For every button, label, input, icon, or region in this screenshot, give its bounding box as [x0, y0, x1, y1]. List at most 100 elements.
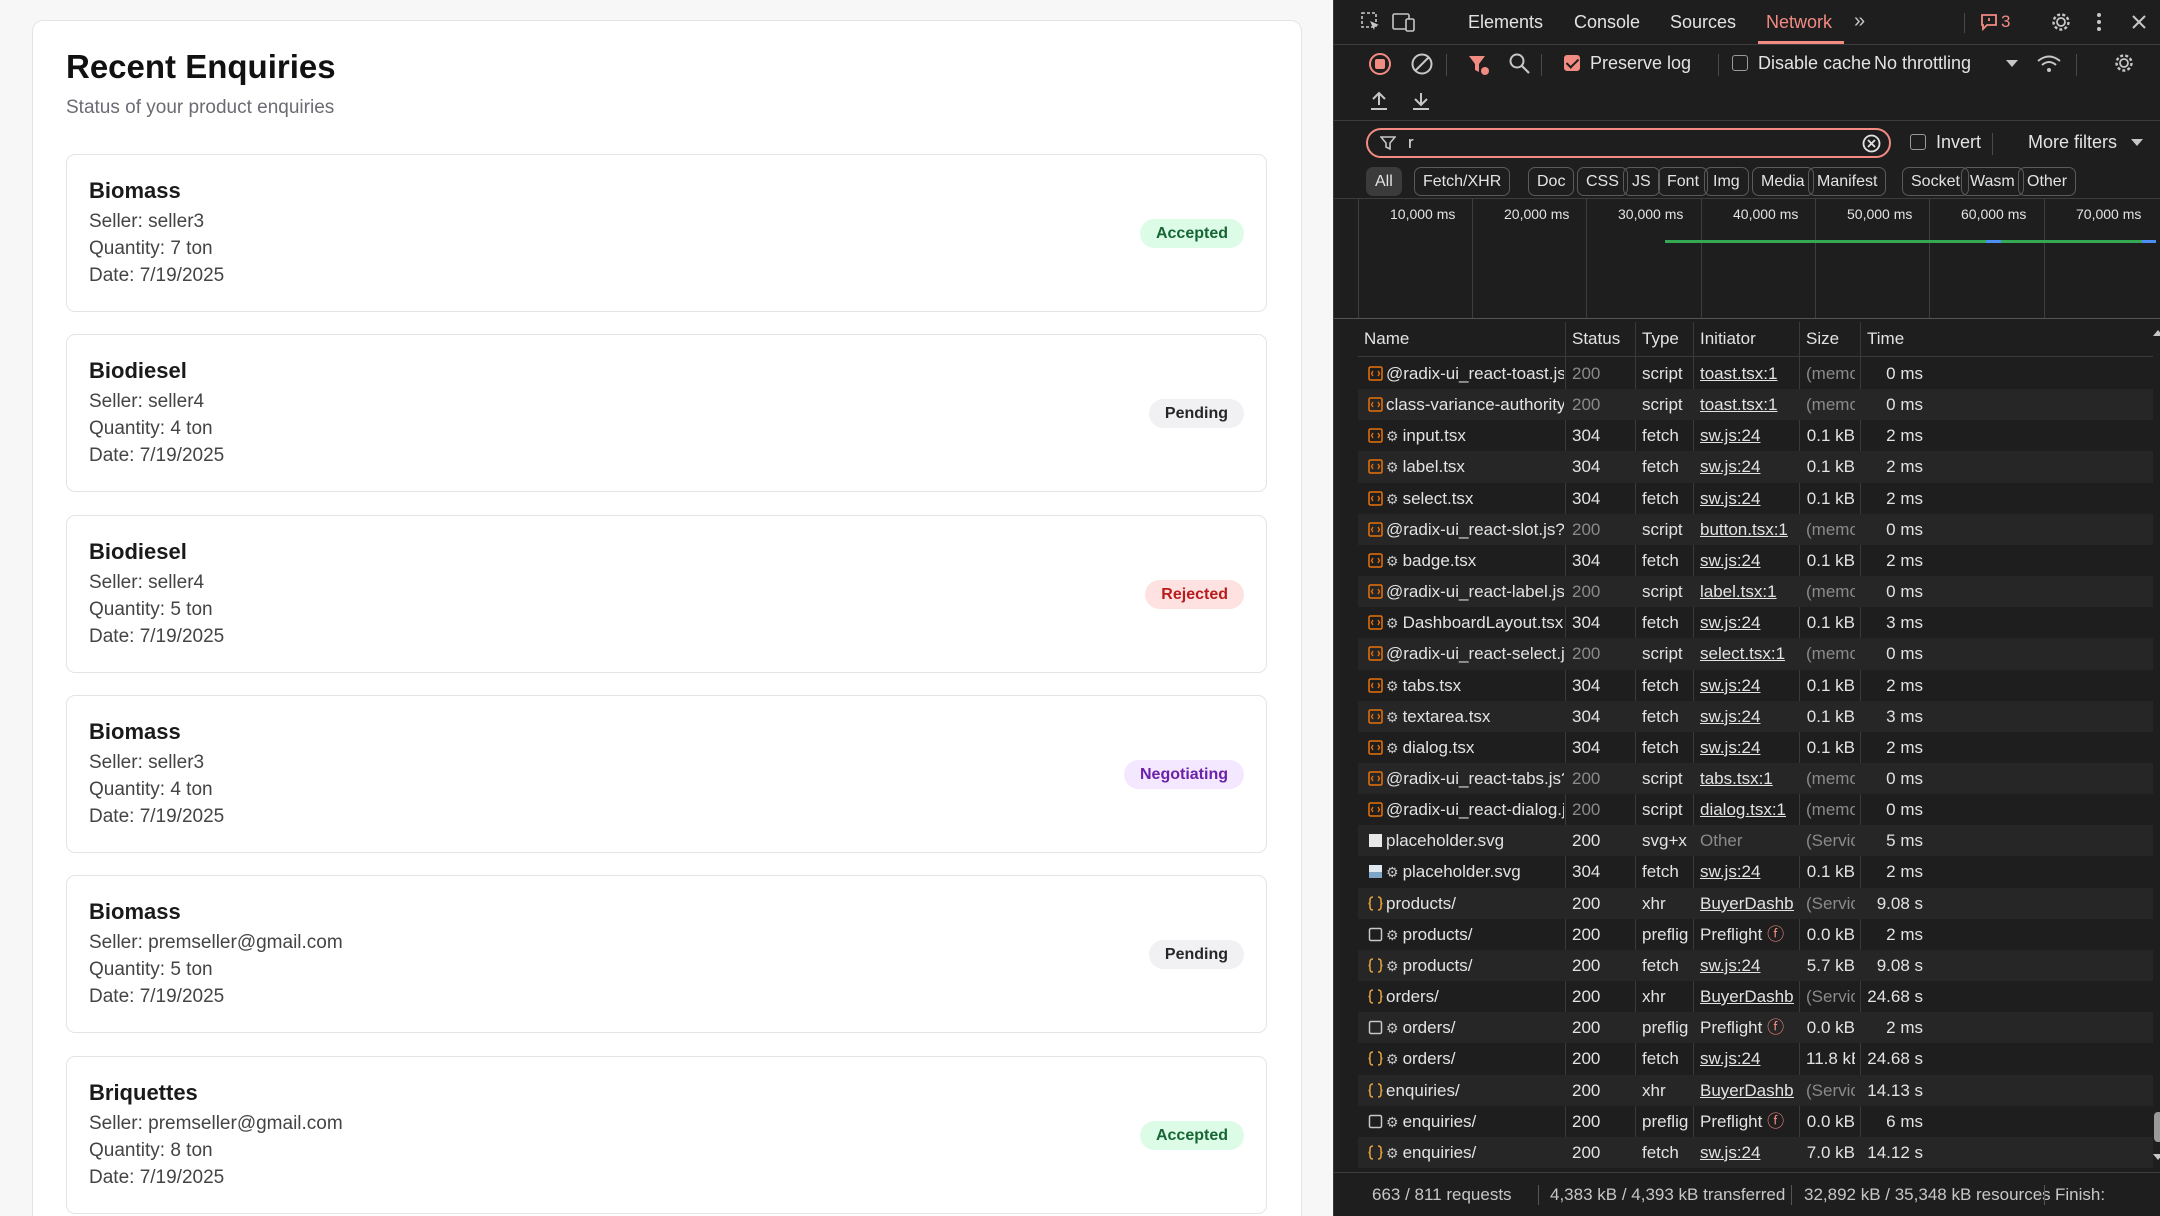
request-row[interactable]: placeholder.svg 200 svg+xml Other (Servic...… [1358, 825, 2153, 857]
request-name[interactable]: ⚙ enquiries/ [1386, 1137, 1564, 1168]
request-row[interactable]: ⚙ textarea.tsx 304 fetch sw.js:24 0.1 kB 3 ms [1358, 700, 2153, 732]
request-row[interactable]: products/200 xhr BuyerDashboard.t (Servic..… [1358, 887, 2153, 919]
more-filters-chevron-down-icon[interactable] [2131, 139, 2143, 146]
request-name[interactable]: products/ [1386, 888, 1564, 919]
request-initiator[interactable]: sw.js:24 [1700, 701, 1794, 732]
request-initiator[interactable]: dialog.tsx:1 [1700, 794, 1794, 825]
network-settings-gear-icon[interactable] [2112, 51, 2136, 75]
request-initiator[interactable]: sw.js:24 [1700, 545, 1794, 576]
network-conditions-wifi-icon[interactable] [2036, 52, 2062, 76]
type-filter-wasm[interactable]: Wasm [1961, 167, 2024, 196]
request-row[interactable]: @radix-ui_react-toast.js?v=1... 200 script… [1358, 358, 2153, 389]
request-initiator[interactable]: label.tsx:1 [1700, 576, 1794, 607]
preflight-link-icon[interactable]: ⓕ [1762, 1018, 1784, 1037]
preserve-log-label[interactable]: Preserve log [1590, 53, 1691, 74]
request-row[interactable]: @radix-ui_react-tabs.js?v=18... 200 script… [1358, 763, 2153, 795]
type-filter-font[interactable]: Font [1658, 167, 1709, 196]
type-filter-media[interactable]: Media [1752, 167, 1814, 196]
invert-checkbox[interactable] [1910, 134, 1926, 150]
request-name[interactable]: ⚙ select.tsx [1386, 483, 1564, 514]
disable-cache-label[interactable]: Disable cache [1758, 53, 1871, 74]
enquiry-card[interactable]: Biodiesel Seller: seller4 Quantity: 4 ton D… [66, 334, 1267, 493]
request-row[interactable]: ⚙ label.tsx 304 fetch sw.js:24 0.1 kB 2 ms [1358, 451, 2153, 483]
request-name[interactable]: @radix-ui_react-slot.js?v=183... [1386, 514, 1564, 545]
request-initiator[interactable]: sw.js:24 [1700, 1137, 1794, 1168]
enquiry-card[interactable]: Biomass Seller: seller3 Quantity: 7 ton Dat… [66, 154, 1267, 312]
type-filter-manifest[interactable]: Manifest [1808, 167, 1887, 196]
enquiry-card[interactable]: Biodiesel Seller: seller4 Quantity: 5 ton D… [66, 514, 1267, 673]
request-name[interactable]: @radix-ui_react-select.js?v=1... [1386, 638, 1564, 669]
request-name[interactable]: ⚙ orders/ [1386, 1012, 1564, 1043]
filter-input[interactable]: r [1366, 128, 1891, 158]
throttling-select[interactable]: No throttling [1874, 53, 1971, 74]
request-initiator[interactable]: toast.tsx:1 [1700, 358, 1794, 389]
export-har-download-icon[interactable] [1410, 90, 1432, 112]
request-name[interactable]: ⚙ DashboardLayout.tsx [1386, 607, 1564, 638]
request-initiator[interactable]: sw.js:24 [1700, 856, 1794, 887]
request-name[interactable]: ⚙ input.tsx [1386, 420, 1564, 451]
column-header-type[interactable]: Type [1636, 322, 1694, 356]
request-initiator[interactable]: select.tsx:1 [1700, 638, 1794, 669]
request-name[interactable]: enquiries/ [1386, 1075, 1564, 1106]
type-filter-socket[interactable]: Socket [1902, 167, 1969, 196]
request-initiator[interactable]: sw.js:24 [1700, 950, 1794, 981]
issues-count[interactable]: 3 [2001, 12, 2010, 32]
request-name[interactable]: orders/ [1386, 981, 1564, 1012]
request-row[interactable]: orders/200 xhr BuyerDashboard.t (Servic... 2… [1358, 981, 2153, 1012]
request-row[interactable]: ⚙ placeholder.svg 304 fetch sw.js:24 0.1 kB 2 … [1358, 856, 2153, 887]
request-name[interactable]: class-variance-authority.js?v=... [1386, 389, 1564, 420]
device-toolbar-icon[interactable] [1391, 11, 1417, 33]
request-row[interactable]: ⚙ products/200 fetch sw.js:24 5.7 kB 9.08 s [1358, 949, 2153, 982]
settings-gear-icon[interactable] [2049, 10, 2073, 34]
scroll-up-arrow-icon[interactable] [2153, 330, 2160, 336]
scroll-down-arrow-icon[interactable] [2153, 1154, 2160, 1160]
more-filters-dropdown[interactable]: More filters [2028, 132, 2117, 153]
request-row[interactable]: ⚙products/200 preflight Preflight ⓕ 0.0 kB 2… [1358, 919, 2153, 950]
request-name[interactable]: ⚙ textarea.tsx [1386, 701, 1564, 732]
type-filter-all[interactable]: All [1366, 167, 1402, 196]
tab-network[interactable]: Network [1766, 12, 1832, 33]
request-row[interactable]: ⚙ tabs.tsx 304 fetch sw.js:24 0.1 kB 2 ms [1358, 670, 2153, 701]
tab-console[interactable]: Console [1574, 12, 1640, 33]
close-devtools-icon[interactable] [2130, 13, 2148, 31]
preserve-log-checkbox[interactable] [1564, 55, 1580, 71]
more-options-kebab-icon[interactable] [2094, 10, 2104, 34]
more-tabs-chevron-icon[interactable]: » [1854, 10, 1865, 33]
request-row[interactable]: @radix-ui_react-slot.js?v=183... 200 scrip… [1358, 513, 2153, 545]
request-name[interactable]: ⚙ tabs.tsx [1386, 670, 1564, 701]
column-header-initiator[interactable]: Initiator [1694, 322, 1800, 356]
issues-icon[interactable] [1980, 13, 1998, 31]
request-initiator[interactable]: sw.js:24 [1700, 732, 1794, 763]
request-row[interactable]: ⚙enquiries/200 preflight Preflight ⓕ 0.0 kB… [1358, 1106, 2153, 1137]
request-name[interactable]: ⚙ dialog.tsx [1386, 732, 1564, 763]
request-initiator[interactable]: BuyerDashboard.t [1700, 981, 1794, 1012]
request-row[interactable]: ⚙ select.tsx 304 fetch sw.js:24 0.1 kB 2 ms [1358, 483, 2153, 514]
requests-table-scrollbar[interactable] [2153, 322, 2160, 1168]
enquiry-card[interactable]: Biomass Seller: premseller@gmail.com Quant… [66, 875, 1267, 1034]
request-row[interactable]: @radix-ui_react-select.js?v=1... 200 scrip… [1358, 638, 2153, 670]
import-har-upload-icon[interactable] [1368, 90, 1390, 112]
disable-cache-checkbox[interactable] [1732, 55, 1748, 71]
request-initiator[interactable]: button.tsx:1 [1700, 514, 1794, 545]
filter-funnel-icon[interactable] [1467, 53, 1491, 77]
network-overview-timeline[interactable]: 10,000 ms 20,000 ms 30,000 ms 40,000 ms 50,0… [1358, 198, 2160, 318]
request-initiator[interactable]: BuyerDashboard.t [1700, 1075, 1794, 1106]
clear-log-icon[interactable] [1410, 52, 1434, 76]
request-row[interactable]: ⚙ input.tsx 304 fetch sw.js:24 0.1 kB 2 ms [1358, 420, 2153, 451]
request-name[interactable]: ⚙ products/ [1386, 950, 1564, 981]
request-name[interactable]: ⚙ label.tsx [1386, 451, 1564, 482]
request-initiator[interactable]: sw.js:24 [1700, 1043, 1794, 1074]
tab-elements[interactable]: Elements [1468, 12, 1543, 33]
request-name[interactable]: ⚙ products/ [1386, 919, 1564, 950]
column-header-size[interactable]: Size [1800, 322, 1861, 356]
request-name[interactable]: @radix-ui_react-tabs.js?v=18... [1386, 763, 1564, 794]
request-row[interactable]: @radix-ui_react-dialog.js?v=... 200 script… [1358, 794, 2153, 825]
request-initiator[interactable]: sw.js:24 [1700, 451, 1794, 482]
request-initiator[interactable]: BuyerDashboard.t [1700, 888, 1794, 919]
request-row[interactable]: enquiries/200 xhr BuyerDashboard.t (Servic.… [1358, 1074, 2153, 1106]
inspect-element-icon[interactable] [1360, 11, 1382, 33]
request-row[interactable]: ⚙ DashboardLayout.tsx 304 fetch sw.js:24 0.1 … [1358, 607, 2153, 638]
request-initiator[interactable]: toast.tsx:1 [1700, 389, 1794, 420]
type-filter-img[interactable]: Img [1704, 167, 1749, 196]
request-initiator[interactable]: sw.js:24 [1700, 483, 1794, 514]
